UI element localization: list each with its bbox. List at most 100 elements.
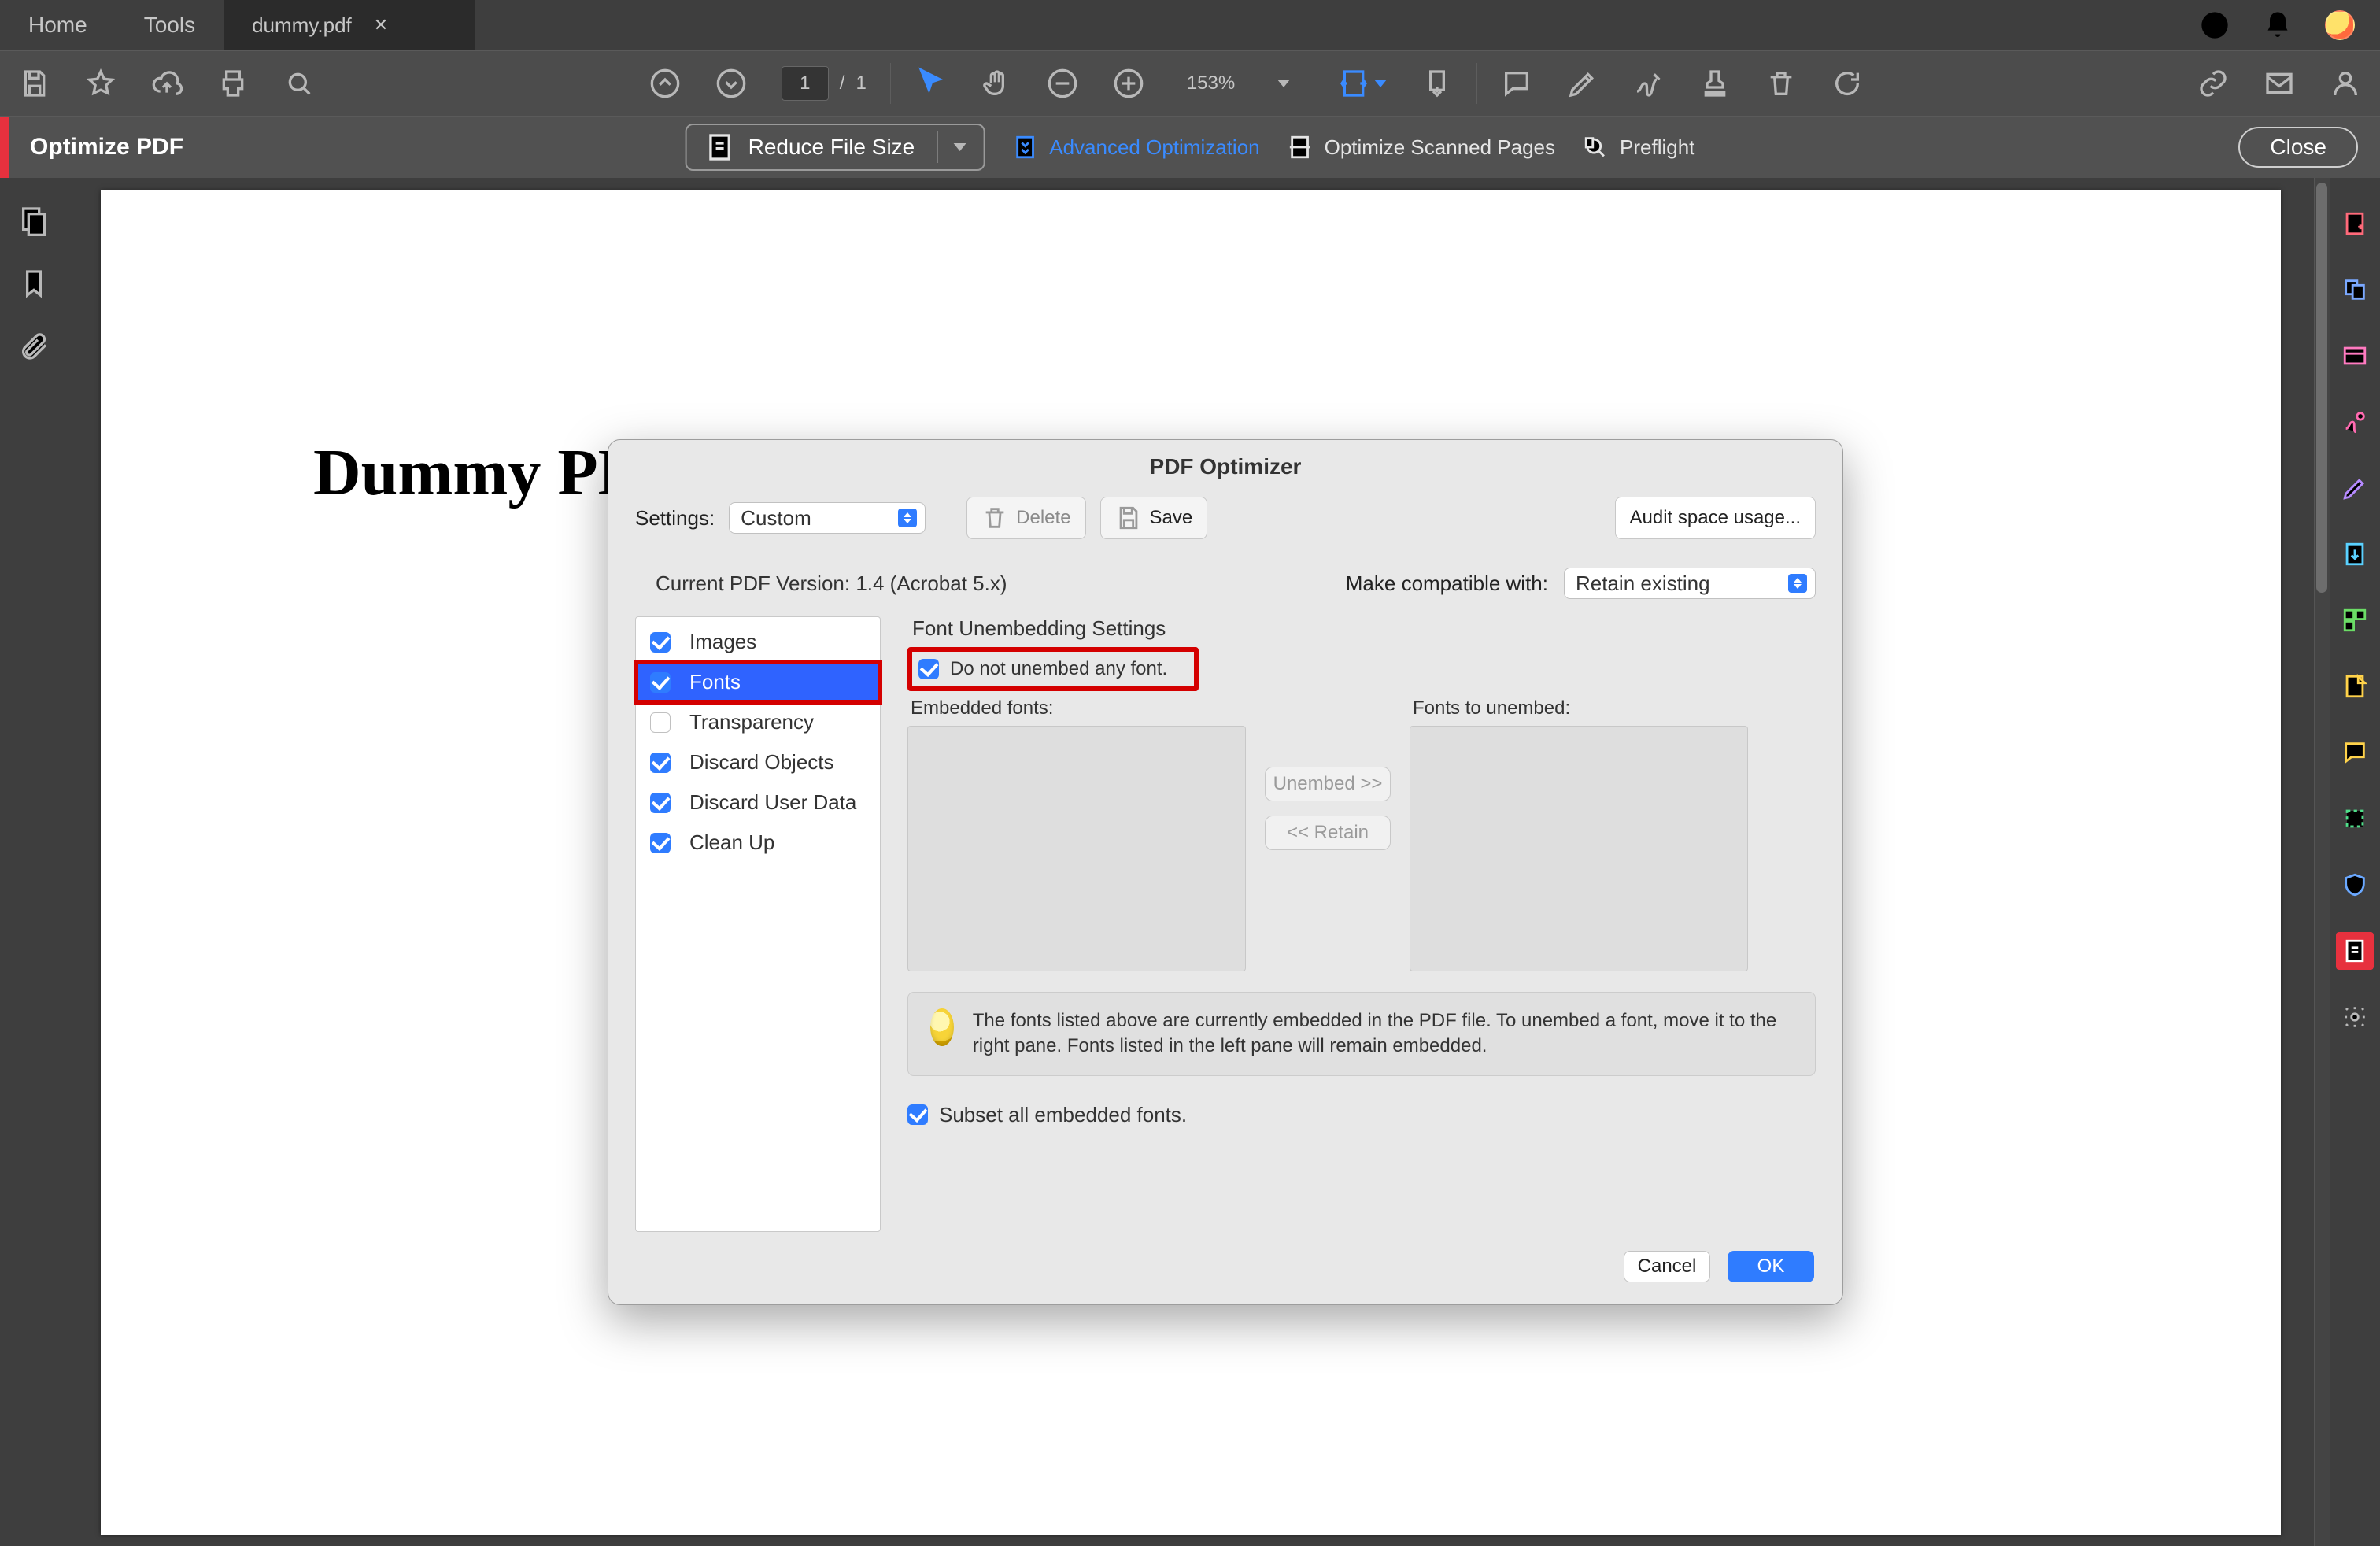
cloud-upload-icon[interactable] [151,68,183,99]
category-row[interactable]: Images [636,622,880,662]
compat-select[interactable]: Retain existing [1564,568,1816,599]
category-label: Clean Up [689,830,774,855]
tool-request-sig-icon[interactable] [2336,403,2374,441]
find-icon[interactable] [283,68,315,99]
help-icon[interactable] [2199,9,2230,41]
page-indicator: / 1 [782,66,867,101]
reduce-dropdown-icon[interactable] [953,143,966,151]
category-label: Discard User Data [689,790,856,815]
tool-protect-icon[interactable] [2336,866,2374,904]
tool-export-icon[interactable] [2336,535,2374,573]
link-icon[interactable] [2197,68,2229,99]
category-row[interactable]: Clean Up [636,823,880,863]
do-not-unembed-row[interactable]: Do not unembed any font. [907,647,1199,691]
optimize-close-button[interactable]: Close [2238,127,2358,168]
bell-icon[interactable] [2262,9,2293,41]
category-row[interactable]: Discard Objects [636,742,880,782]
compat-select-value: Retain existing [1576,571,1710,596]
category-row[interactable]: Fonts [636,662,880,702]
advanced-optimization-button[interactable]: Advanced Optimization [1011,134,1259,161]
trash-icon[interactable] [1765,68,1797,99]
tab-close-icon[interactable]: ✕ [374,15,388,35]
zoom-value[interactable]: 153% [1187,72,1235,94]
hand-tool-icon[interactable] [981,68,1012,99]
do-not-unembed-checkbox[interactable] [918,659,939,679]
select-tool-icon[interactable] [915,66,946,98]
pdf-version-text: Current PDF Version: 1.4 (Acrobat 5.x) [656,571,1007,596]
fonts-to-unembed-listbox[interactable] [1410,726,1748,971]
sign-icon[interactable] [1633,68,1665,99]
category-checkbox[interactable] [650,753,671,773]
vertical-scrollbar[interactable] [2314,178,2330,1546]
tool-send-comments-icon[interactable] [2336,668,2374,705]
audit-space-button[interactable]: Audit space usage... [1615,497,1816,539]
category-row[interactable]: Transparency [636,702,880,742]
account-icon[interactable] [2330,68,2361,99]
settings-delete-label: Delete [1016,507,1070,529]
tool-edit-pdf-icon[interactable] [2336,337,2374,375]
settings-delete-button[interactable]: Delete [966,497,1085,539]
tab-document-title: dummy.pdf [252,13,352,38]
subset-all-checkbox[interactable] [907,1104,928,1125]
category-checkbox[interactable] [650,833,671,853]
optimize-title: Optimize PDF [30,134,183,161]
page-number-input[interactable] [782,66,829,101]
tab-home[interactable]: Home [0,0,116,50]
stamp-icon[interactable] [1699,68,1731,99]
category-label: Images [689,630,756,654]
bookmark-icon[interactable] [18,268,50,299]
reduce-file-size-button[interactable]: Reduce File Size [686,124,985,171]
fit-width-icon[interactable] [1338,68,1369,99]
cancel-button[interactable]: Cancel [1624,1251,1710,1282]
tool-create-pdf-icon[interactable] [2336,205,2374,242]
select-arrows-icon [1788,574,1807,593]
category-checkbox[interactable] [650,672,671,693]
tool-combine-icon[interactable] [2336,271,2374,309]
ok-button[interactable]: OK [1728,1251,1814,1282]
tool-comment-icon[interactable] [2336,734,2374,771]
page-down-icon[interactable] [715,68,747,99]
category-checkbox[interactable] [650,793,671,813]
tool-organize-icon[interactable] [2336,601,2374,639]
left-rail [0,178,68,1546]
settings-save-button[interactable]: Save [1100,497,1208,539]
settings-select[interactable]: Custom [729,502,926,534]
page-up-icon[interactable] [649,68,681,99]
category-checkbox[interactable] [650,712,671,733]
category-checkbox[interactable] [650,632,671,653]
category-row[interactable]: Discard User Data [636,782,880,823]
tool-fill-sign-icon[interactable] [2336,469,2374,507]
highlight-icon[interactable] [1567,68,1598,99]
preflight-button[interactable]: Preflight [1582,134,1694,161]
tab-tools[interactable]: Tools [116,0,224,50]
retain-button[interactable]: << Retain [1265,816,1391,850]
thumbnails-icon[interactable] [18,205,50,236]
embedded-fonts-header: Embedded fonts: [907,697,1246,719]
fit-page-icon[interactable] [1421,68,1453,99]
attachment-icon[interactable] [18,331,50,362]
tool-optimize-icon[interactable] [2336,932,2374,970]
zoom-dropdown-icon[interactable] [1277,80,1290,87]
optimize-scanned-button[interactable]: Optimize Scanned Pages [1287,134,1555,161]
trash-icon [981,505,1008,531]
tool-more-icon[interactable] [2336,998,2374,1036]
star-icon[interactable] [85,68,116,99]
fonts-hint-box: The fonts listed above are currently emb… [907,992,1816,1076]
settings-label: Settings: [635,506,715,531]
page-total: 1 [856,72,866,94]
save-icon[interactable] [19,68,50,99]
comment-icon[interactable] [1501,68,1532,99]
category-label: Transparency [689,710,814,734]
print-icon[interactable] [217,68,249,99]
mail-icon[interactable] [2264,68,2295,99]
zoom-in-icon[interactable] [1113,68,1144,99]
user-avatar[interactable] [2325,10,2355,40]
tool-scan-icon[interactable] [2336,800,2374,838]
rotate-icon[interactable] [1831,68,1863,99]
fit-dropdown-icon[interactable] [1374,80,1387,87]
zoom-out-icon[interactable] [1047,68,1078,99]
embedded-fonts-listbox[interactable] [907,726,1246,971]
unembed-button[interactable]: Unembed >> [1265,767,1391,801]
scanned-icon [1287,134,1314,161]
tab-document[interactable]: dummy.pdf ✕ [224,0,475,50]
